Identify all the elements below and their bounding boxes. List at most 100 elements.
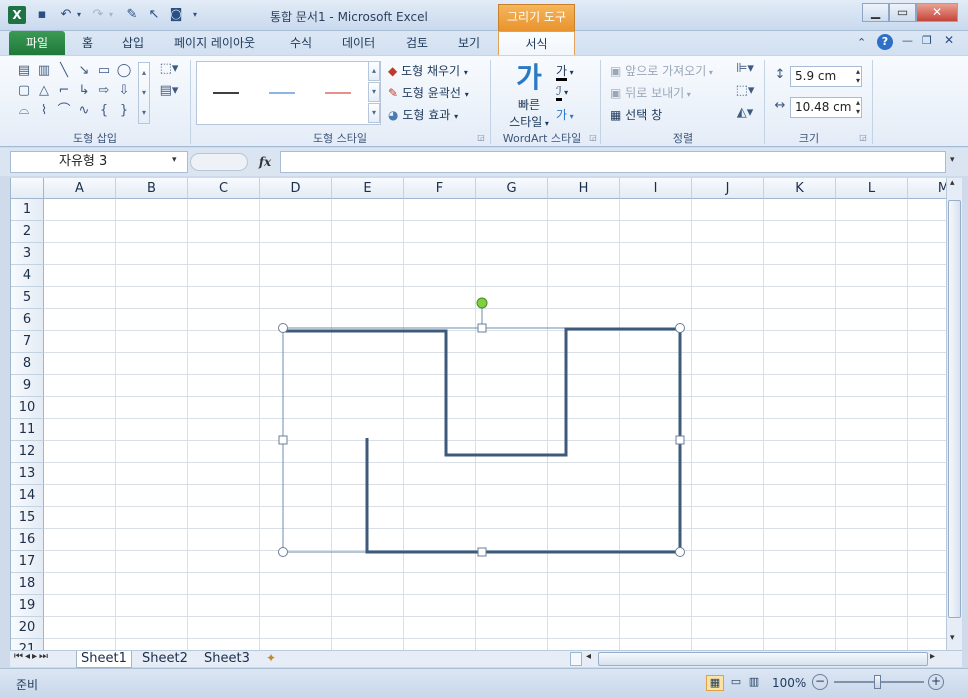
wordart-styles-launcher-icon[interactable]: ◲ [588, 133, 598, 143]
shape-height-input[interactable]: 5.9 cm [790, 66, 862, 87]
shapes-gallery-scroll[interactable]: ▴ ▾ ▾ [138, 62, 150, 124]
insert-sheet-icon[interactable]: ✦ [266, 651, 276, 665]
minimize-button[interactable]: ▁ [862, 3, 889, 22]
scribble-icon[interactable]: ⌇ [36, 104, 52, 118]
elbow-arrow-connector-icon[interactable]: ↳ [76, 84, 92, 98]
height-spinner[interactable]: ▴ ▾ [856, 67, 860, 85]
vertical-scrollbar[interactable]: ▴ ▾ [946, 178, 962, 650]
scroll-right-icon[interactable]: ▸ [930, 651, 935, 662]
workbook-minimize-icon[interactable]: — [902, 34, 913, 47]
width-spinner[interactable]: ▴ ▾ [856, 98, 860, 116]
scroll-up-icon[interactable]: ▴ [950, 178, 955, 188]
tab-insert[interactable]: 삽입 [122, 31, 144, 55]
shape-style-gallery[interactable] [196, 61, 381, 125]
tab-review[interactable]: 검토 [406, 31, 428, 55]
text-box-insert-icon[interactable]: ▤▾ [158, 84, 180, 98]
style-line-1[interactable] [213, 92, 239, 94]
group-icon[interactable]: ⬚▾ [734, 84, 756, 98]
edit-shape-icon[interactable]: ⬚▾ [158, 62, 180, 76]
rounded-rectangle-icon[interactable]: ▢ [16, 84, 32, 98]
rotation-handle[interactable] [476, 297, 488, 309]
elbow-connector-icon[interactable]: ⌐ [56, 84, 72, 98]
arc-icon[interactable]: ⌒ [56, 104, 72, 118]
shape-fill-button[interactable]: ◆ 도형 채우기 ▾ [388, 62, 468, 79]
right-arrow-icon[interactable]: ⇨ [96, 84, 112, 98]
resize-handle-right[interactable] [675, 435, 685, 445]
tab-file[interactable]: 파일 [9, 31, 65, 55]
curve-icon[interactable]: ∿ [76, 104, 92, 118]
shape-effects-button[interactable]: ◕ 도형 효과 ▾ [388, 106, 458, 123]
camera-icon[interactable]: ◙ [168, 7, 184, 23]
undo-dropdown-icon[interactable]: ▾ [74, 7, 84, 23]
align-icon[interactable]: ⊫▾ [734, 62, 756, 76]
vertical-scroll-thumb[interactable] [948, 200, 961, 618]
scroll-left-icon[interactable]: ◂ [586, 651, 591, 662]
oval-icon[interactable]: ◯ [116, 64, 132, 78]
minimize-ribbon-icon[interactable]: ⌃ [857, 36, 866, 49]
sheet-tab-2[interactable]: Sheet2 [138, 651, 192, 668]
rotate-icon[interactable]: ◭▾ [734, 106, 756, 120]
right-brace-icon[interactable]: } [116, 104, 132, 118]
style-gallery-down[interactable]: ▾ [368, 82, 380, 102]
save-icon[interactable]: ▪ [34, 7, 50, 23]
maximize-button[interactable]: ▭ [889, 3, 916, 22]
tab-formulas[interactable]: 수식 [290, 31, 312, 55]
page-break-view-icon[interactable]: ▥ [746, 675, 762, 691]
shape-styles-launcher-icon[interactable]: ◲ [476, 133, 486, 143]
tab-home[interactable]: 홈 [82, 31, 93, 55]
quick-styles-button[interactable]: 가 빠른 스타일 ▾ [506, 60, 552, 129]
vertical-textbox-icon[interactable]: ▥ [36, 64, 52, 78]
zoom-in-icon[interactable]: + [928, 674, 944, 690]
style-line-2[interactable] [269, 92, 295, 94]
resize-handle-top-left[interactable] [278, 323, 288, 333]
resize-handle-bottom[interactable] [477, 547, 487, 557]
sheet-tab-3[interactable]: Sheet3 [200, 651, 254, 668]
sheet-nav-icons[interactable]: ⏮◂▸⏭ [14, 651, 50, 662]
page-layout-view-icon[interactable]: ▭ [728, 675, 744, 691]
textbox-icon[interactable]: ▤ [16, 64, 32, 78]
shapes-gallery[interactable]: ▤ ▥ ╲ ↘ ▭ ◯ ▢ △ ⌐ ↳ ⇨ ⇩ ⌓ ⌇ ⌒ ∿ { } [16, 64, 140, 124]
text-fill-button[interactable]: 가 ▾ [556, 62, 574, 81]
resize-handle-bottom-right[interactable] [675, 547, 685, 557]
expand-formula-bar-icon[interactable]: ▾ [950, 155, 955, 165]
resize-handle-top-right[interactable] [675, 323, 685, 333]
tab-view[interactable]: 보기 [458, 31, 480, 55]
workbook-restore-icon[interactable]: ❐ [922, 34, 932, 47]
excel-icon[interactable]: X [8, 6, 26, 24]
rectangle-icon[interactable]: ▭ [96, 64, 112, 78]
normal-view-icon[interactable]: ▦ [706, 675, 724, 691]
horizontal-scroll-thumb[interactable] [598, 652, 928, 666]
shape-outline-button[interactable]: ✎ 도형 윤곽선 ▾ [388, 84, 469, 101]
style-gallery-more[interactable]: ▾ [368, 103, 380, 123]
line-icon[interactable]: ╲ [56, 64, 72, 78]
freeform-icon[interactable]: ⌓ [16, 104, 32, 118]
close-button[interactable]: ✕ [916, 3, 958, 22]
triangle-icon[interactable]: △ [36, 84, 52, 98]
worksheet-grid[interactable]: ABCDEFGHIJKLM 12345678910111213141516171… [10, 178, 946, 650]
style-line-3[interactable] [325, 92, 351, 94]
sheet-tab-1[interactable]: Sheet1 [76, 651, 132, 668]
resize-handle-bottom-left[interactable] [278, 547, 288, 557]
tab-page-layout[interactable]: 페이지 레이아웃 [174, 31, 255, 55]
style-gallery-up[interactable]: ▴ [368, 61, 380, 81]
resize-handle-left[interactable] [278, 435, 288, 445]
zoom-slider-thumb[interactable] [874, 675, 881, 689]
resize-handle-top[interactable] [477, 323, 487, 333]
text-effects-button[interactable]: 가 ▾ [556, 106, 574, 123]
shape-width-input[interactable]: 10.48 cm [790, 97, 862, 118]
name-box-dropdown-icon[interactable]: ▾ [172, 155, 177, 165]
zoom-out-icon[interactable]: − [812, 674, 828, 690]
scroll-down-icon[interactable]: ▾ [950, 633, 955, 643]
customize-toolbar-icon[interactable]: ▾ [190, 7, 200, 23]
freeform-shape[interactable] [284, 327, 682, 554]
pen-icon[interactable]: ✎ [124, 7, 140, 23]
workbook-close-icon[interactable]: ✕ [944, 33, 954, 47]
name-box[interactable]: 자유형 3 [10, 151, 188, 173]
zoom-level[interactable]: 100% [772, 676, 806, 690]
undo-icon[interactable]: ↶ [58, 7, 74, 23]
tab-split-handle[interactable] [570, 652, 582, 666]
left-brace-icon[interactable]: { [96, 104, 112, 118]
selection-pane-button[interactable]: ▦ 선택 창 [610, 106, 662, 123]
down-arrow-icon[interactable]: ⇩ [116, 84, 132, 98]
size-launcher-icon[interactable]: ◲ [858, 133, 868, 143]
